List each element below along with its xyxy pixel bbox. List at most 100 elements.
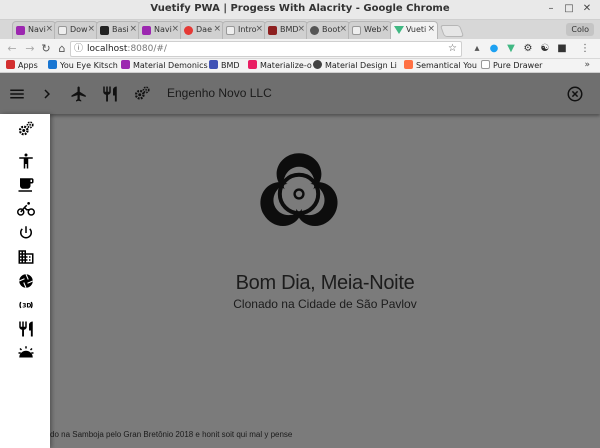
menu-hamburger-icon[interactable] [8, 85, 26, 103]
airplane-icon[interactable] [70, 85, 88, 103]
bookmark-label: Materialize-o [260, 61, 312, 70]
window-title: Vuetify PWA | Progess With Alacrity - Go… [150, 3, 450, 14]
reload-icon[interactable]: ↻ [38, 41, 54, 57]
bookmark-label: Pure Drawer [493, 61, 543, 70]
bookmark-item[interactable]: Material Design Li [313, 60, 397, 72]
bookmark-item[interactable]: Materialize-o [248, 60, 312, 72]
bookmark-favicon [313, 60, 322, 69]
url-path: :8080/#/ [127, 44, 167, 54]
address-bar[interactable]: ⓘ localhost:8080/#/ ☆ [70, 41, 462, 57]
tab-close-icon[interactable]: × [255, 24, 263, 34]
bookmark-label: Material Design Li [325, 61, 397, 70]
browser-tab[interactable]: Intro × [222, 21, 266, 39]
bookmark-apps[interactable]: Apps [6, 60, 38, 72]
bookmarks-overflow-button[interactable]: » [584, 60, 590, 70]
coffee-cup-icon[interactable] [17, 176, 35, 194]
forward-icon[interactable]: → [22, 41, 38, 57]
tab-label: Vueti [406, 25, 426, 34]
browser-tab[interactable]: Navi × [12, 21, 56, 39]
greeting-subtitle: Clonado na Cidade de São Pavlov [233, 297, 417, 311]
toolbar-title: Engenho Novo LLC [167, 86, 272, 100]
bookmark-favicon [404, 60, 413, 69]
twitter-icon[interactable]: ● [487, 42, 501, 56]
shutter-icon[interactable] [17, 272, 35, 290]
svg-text:3D: 3D [22, 302, 31, 309]
new-tab-button[interactable] [439, 25, 465, 37]
bookmark-favicon [121, 60, 130, 69]
url-text: localhost:8080/#/ [87, 42, 167, 56]
chevron-right-icon[interactable] [38, 85, 56, 103]
bookmark-favicon [481, 60, 490, 69]
accessibility-icon[interactable] [17, 152, 35, 170]
browser-tab[interactable]: Dow × [54, 21, 98, 39]
tab-favicon [16, 26, 25, 35]
close-window-icon[interactable]: ✕ [580, 2, 594, 16]
extension-icon[interactable]: ☯ [538, 42, 552, 56]
tab-favicon [268, 26, 277, 35]
restaurant-icon[interactable] [17, 320, 35, 338]
tab-close-icon[interactable]: × [129, 24, 137, 34]
tab-favicon [310, 26, 319, 35]
vue-devtools-icon[interactable]: ▼ [504, 42, 518, 56]
tab-close-icon[interactable]: × [427, 24, 435, 34]
biohazard-icon [252, 153, 346, 230]
url-host: localhost [87, 44, 128, 54]
bookmark-item[interactable]: Material Demonics [121, 60, 208, 72]
bookmark-star-icon[interactable]: ☆ [448, 42, 457, 56]
browser-tab[interactable]: Web × [348, 21, 392, 39]
tab-close-icon[interactable]: × [45, 24, 53, 34]
tab-favicon [58, 26, 67, 35]
browser-tab[interactable]: Boot × [306, 21, 350, 39]
navigation-bar: ← → ↻ ⌂ ⓘ localhost:8080/#/ ☆ ▴ ● ▼ ⚙ ☯ … [0, 39, 600, 59]
browser-tab[interactable]: BMD × [264, 21, 308, 39]
site-info-icon[interactable]: ⓘ [74, 42, 83, 56]
bike-icon[interactable] [17, 200, 35, 218]
menu-kebab-icon[interactable]: ⋮ [578, 42, 592, 56]
browser-tab-active[interactable]: Vueti × [390, 21, 438, 39]
bookmark-favicon [48, 60, 57, 69]
minimize-icon[interactable]: – [544, 2, 558, 16]
close-circle-icon[interactable] [566, 85, 584, 103]
extension-icon[interactable]: ▴ [470, 42, 484, 56]
rotate-3d-icon[interactable]: 3D [17, 296, 35, 314]
tab-close-icon[interactable]: × [339, 24, 347, 34]
settings-gears-icon[interactable] [17, 120, 35, 138]
restaurant-icon[interactable] [101, 85, 119, 103]
extension-icon[interactable]: ⚙ [521, 42, 535, 56]
extension-icon[interactable]: ■ [555, 42, 569, 56]
bookmark-item[interactable]: You Eye Kitsch [48, 60, 118, 72]
bookmark-item[interactable]: Semantical You [404, 60, 477, 72]
vue-favicon-icon [394, 26, 404, 34]
tab-close-icon[interactable]: × [171, 24, 179, 34]
tab-close-icon[interactable]: × [381, 24, 389, 34]
tab-favicon [184, 26, 193, 35]
browser-tab[interactable]: Navi × [138, 21, 182, 39]
home-icon[interactable]: ⌂ [54, 41, 70, 57]
window-titlebar: Vuetify PWA | Progess With Alacrity - Go… [0, 0, 600, 20]
bookmark-label: Apps [18, 61, 38, 70]
business-icon[interactable] [17, 248, 35, 266]
settings-gears-icon[interactable] [133, 85, 151, 103]
alarm-icon[interactable] [17, 344, 35, 362]
tab-close-icon[interactable]: × [297, 24, 305, 34]
bookmark-favicon [209, 60, 218, 69]
profile-button[interactable]: Colo [566, 23, 594, 36]
back-icon[interactable]: ← [4, 41, 20, 57]
footer-text: do na Samboja pelo Gran Bretônio 2018 e … [50, 430, 293, 439]
tab-favicon [352, 26, 361, 35]
browser-tab[interactable]: Dae × [180, 21, 224, 39]
browser-tab[interactable]: Basi × [96, 21, 140, 39]
bookmark-item[interactable]: Pure Drawer [481, 60, 542, 72]
maximize-icon[interactable]: □ [562, 2, 576, 16]
power-icon[interactable] [17, 224, 35, 242]
tab-close-icon[interactable]: × [87, 24, 95, 34]
apps-grid-icon [6, 60, 15, 69]
bookmark-label: BMD [221, 61, 240, 70]
tab-close-icon[interactable]: × [213, 24, 221, 34]
app-toolbar: Engenho Novo LLC [0, 73, 600, 114]
bookmark-label: You Eye Kitsch [60, 61, 118, 70]
bookmark-item[interactable]: BMD [209, 60, 240, 72]
tab-strip: Navi × Dow × Basi × Navi × Dae × Intro × [0, 20, 600, 39]
tab-favicon [226, 26, 235, 35]
greeting-block: Bom Dia, Meia-Noite Clonado na Cidade de… [50, 272, 600, 311]
